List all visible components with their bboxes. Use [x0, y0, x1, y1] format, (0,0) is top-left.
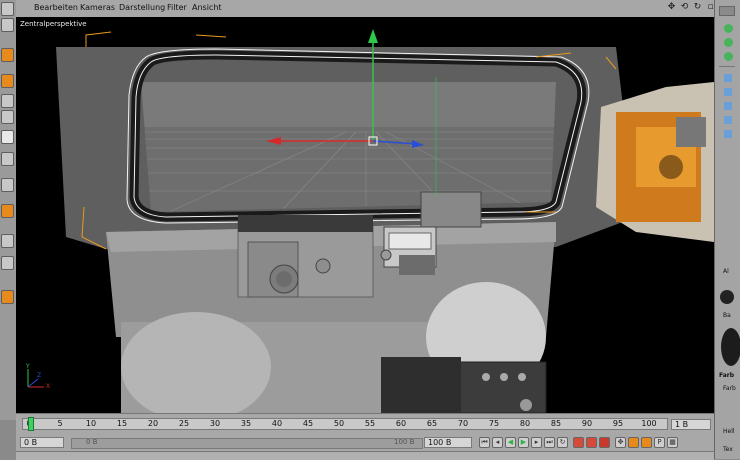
polygons-mode-icon[interactable]: [1, 152, 14, 166]
go-to-start-icon[interactable]: ⏮: [479, 437, 490, 448]
tick-label: 65: [426, 419, 438, 428]
attr-label-hell: Hell: [723, 428, 735, 435]
tick-label: 80: [519, 419, 531, 428]
parameter-key-icon[interactable]: P: [654, 437, 665, 448]
tick-label: 20: [147, 419, 159, 428]
axis-label-y: Y: [26, 363, 30, 370]
tick-label: 40: [271, 419, 283, 428]
menu-filter[interactable]: Filter: [167, 3, 187, 12]
attr-label-farb-title: Farb: [719, 372, 735, 379]
range-start-label: 0 B: [86, 438, 98, 446]
material-preview-icon[interactable]: [720, 290, 734, 304]
go-to-end-icon[interactable]: ⏭: [544, 437, 555, 448]
viewport-label: Zentralperspektive: [20, 20, 87, 28]
undo-icon[interactable]: [1, 2, 14, 16]
autokey-icon[interactable]: [586, 437, 597, 448]
record-icon[interactable]: [573, 437, 584, 448]
timeline-playhead[interactable]: [28, 417, 34, 431]
tick-label: 90: [581, 419, 593, 428]
visibility-icon[interactable]: [724, 52, 733, 61]
tick-label: 50: [333, 419, 345, 428]
texture-mode-icon[interactable]: [1, 234, 14, 248]
points-mode-icon[interactable]: [1, 110, 14, 124]
attr-label-farb: Farb: [723, 385, 736, 392]
pla-key-icon[interactable]: ▦: [667, 437, 678, 448]
object-icon[interactable]: [724, 74, 732, 82]
snap-icon[interactable]: [1, 290, 14, 304]
step-forward-icon[interactable]: ▸: [531, 437, 542, 448]
timeline-bar: 0 5 10 15 20 25 30 35 40 45 50 55 60 65 …: [16, 413, 714, 434]
tick-label: 35: [240, 419, 252, 428]
model-mode-icon[interactable]: [1, 204, 14, 218]
rotate-tool-icon[interactable]: [1, 94, 14, 108]
keyframe-icon[interactable]: [599, 437, 610, 448]
viewport-scene: [16, 17, 714, 413]
tick-label: 30: [209, 419, 221, 428]
loop-icon[interactable]: ↻: [557, 437, 568, 448]
play-backward-icon[interactable]: ◀: [505, 437, 516, 448]
position-key-icon[interactable]: ✥: [615, 437, 626, 448]
left-toolbar: [0, 0, 17, 420]
pan-icon[interactable]: ✥: [666, 2, 677, 13]
tick-label: 10: [85, 419, 97, 428]
tick-label: 5: [57, 419, 63, 428]
tick-label: 100: [641, 419, 657, 428]
menu-ansicht[interactable]: Ansicht: [192, 3, 222, 12]
tick-label: 45: [302, 419, 314, 428]
object-mode-icon[interactable]: [1, 178, 14, 192]
scale-tool-icon[interactable]: [1, 74, 14, 88]
color-preview-icon[interactable]: [721, 328, 740, 366]
right-panel: Al Ba Farb Farb Hell Tex: [714, 0, 740, 459]
current-frame-field[interactable]: 1 B: [671, 419, 711, 430]
object-icon[interactable]: [724, 88, 732, 96]
step-back-icon[interactable]: ◂: [492, 437, 503, 448]
tick-label: 85: [550, 419, 562, 428]
visibility-icon[interactable]: [724, 24, 733, 33]
attr-label-al: Al: [723, 268, 729, 275]
zoom-icon[interactable]: ⟲: [679, 2, 690, 13]
transport-bar: 0 B 0 B 100 B 100 B ⏮ ◂ ◀ ▶ ▸ ⏭ ↻ ✥ P ▦: [16, 433, 714, 451]
range-slider[interactable]: 0 B 100 B: [71, 438, 423, 449]
range-end-label: 100 B: [394, 438, 415, 446]
menu-kameras[interactable]: Kameras: [80, 3, 115, 12]
object-icon[interactable]: [724, 130, 732, 138]
visibility-icon[interactable]: [724, 38, 733, 47]
timeline-ruler[interactable]: 0 5 10 15 20 25 30 35 40 45 50 55 60 65 …: [22, 418, 668, 430]
attr-label-ba: Ba: [723, 312, 731, 319]
start-frame-field[interactable]: 0 B: [20, 437, 64, 448]
attr-label-tex: Tex: [723, 446, 733, 453]
tick-label: 70: [457, 419, 469, 428]
tick-label: 25: [178, 419, 190, 428]
tick-label: 75: [488, 419, 500, 428]
edges-mode-icon[interactable]: [1, 130, 14, 144]
tick-label: 95: [612, 419, 624, 428]
axis-label-z: Z: [37, 372, 42, 379]
viewport[interactable]: Zentralperspektive Y X Z: [16, 17, 714, 413]
rotation-key-icon[interactable]: [641, 437, 652, 448]
object-icon[interactable]: [724, 116, 732, 124]
menu-bearbeiten[interactable]: Bearbeiten: [34, 3, 78, 12]
tick-label: 55: [364, 419, 376, 428]
object-icon[interactable]: [724, 102, 732, 110]
panel-tab[interactable]: [719, 6, 735, 16]
divider: [719, 66, 735, 67]
play-forward-icon[interactable]: ▶: [518, 437, 529, 448]
rotate-view-icon[interactable]: ↻: [692, 2, 703, 13]
move-tool-icon[interactable]: [1, 48, 14, 62]
scale-key-icon[interactable]: [628, 437, 639, 448]
end-frame-field[interactable]: 100 B: [424, 437, 472, 448]
axis-label-x: X: [46, 383, 51, 390]
view-icon[interactable]: [1, 18, 14, 32]
viewport-menubar: Bearbeiten Kameras Darstellung Filter An…: [16, 0, 714, 18]
tick-label: 60: [395, 419, 407, 428]
menu-darstellung[interactable]: Darstellung: [119, 3, 165, 12]
workplane-icon[interactable]: [1, 256, 14, 270]
tick-label: 15: [116, 419, 128, 428]
